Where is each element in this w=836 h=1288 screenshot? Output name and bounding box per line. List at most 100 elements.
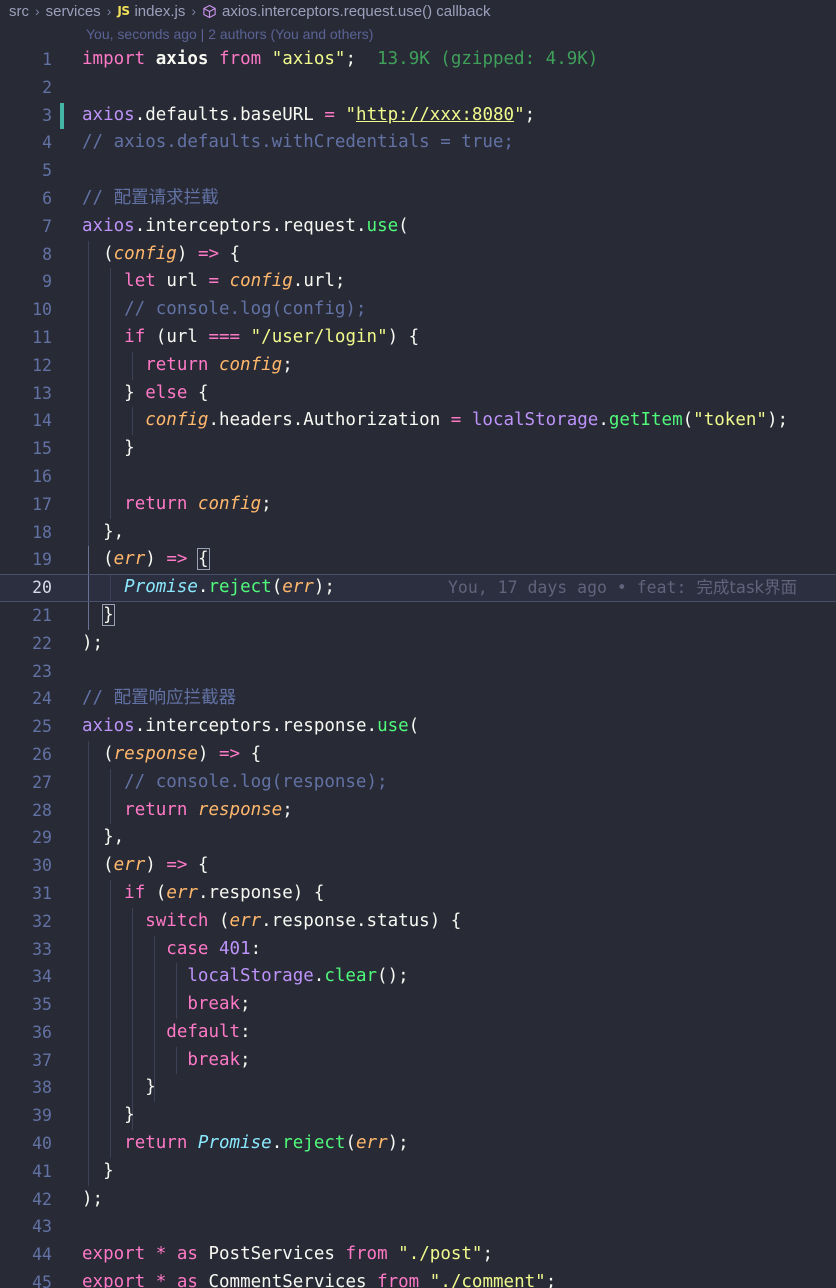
- code-line[interactable]: 11 if (url === "/user/login") {: [0, 323, 836, 352]
- code-line[interactable]: 43: [0, 1213, 836, 1241]
- breadcrumb-separator-icon: ›: [106, 3, 112, 19]
- code-line[interactable]: 17 return config;: [0, 490, 836, 519]
- gitlens-inline-blame[interactable]: You, 17 days ago • feat: 完成task界面: [448, 575, 797, 601]
- code-line[interactable]: 9 let url = config.url;: [0, 268, 836, 297]
- code-line[interactable]: 37 break;: [0, 1046, 836, 1075]
- line-content: }: [82, 602, 115, 630]
- line-number: 16: [32, 466, 52, 486]
- code-line[interactable]: 24 // 配置响应拦截器: [0, 685, 836, 713]
- code-line[interactable]: 6 // 配置请求拦截: [0, 185, 836, 213]
- code-line[interactable]: 36 default:: [0, 1018, 836, 1047]
- code-line[interactable]: 22 );: [0, 630, 836, 658]
- code-line-active[interactable]: 20 Promise.reject(err); You, 17 days ago…: [0, 574, 836, 602]
- code-line[interactable]: 27 // console.log(response);: [0, 768, 836, 797]
- line-number: 15: [32, 439, 52, 459]
- code-line[interactable]: 2: [0, 74, 836, 102]
- code-line[interactable]: 38 }: [0, 1074, 836, 1103]
- code-editor[interactable]: 1 import axios from "axios"; 13.9K (gzip…: [0, 46, 836, 1288]
- code-line[interactable]: 45 export * as CommentServices from "./c…: [0, 1269, 836, 1288]
- line-number: 11: [32, 327, 52, 347]
- line-content: localStorage.clear();: [187, 966, 409, 987]
- line-number: 1: [42, 50, 52, 69]
- code-line[interactable]: 34 localStorage.clear();: [0, 963, 836, 992]
- code-line[interactable]: 3 axios.defaults.baseURL = "http://xxx:8…: [0, 102, 836, 130]
- line-content: return config;: [124, 493, 272, 514]
- line-content: case 401:: [166, 938, 262, 959]
- code-line[interactable]: 4 // axios.defaults.withCredentials = tr…: [0, 129, 836, 157]
- code-line[interactable]: 28 return response;: [0, 796, 836, 825]
- code-line[interactable]: 39 }: [0, 1102, 836, 1131]
- code-line[interactable]: 18 },: [0, 518, 836, 547]
- code-line[interactable]: 44 export * as PostServices from "./post…: [0, 1241, 836, 1269]
- line-number: 9: [42, 272, 52, 292]
- line-number: 7: [42, 216, 52, 236]
- line-content: // console.log(response);: [82, 771, 388, 792]
- line-number: 18: [32, 522, 52, 542]
- code-line[interactable]: 10 // console.log(config);: [0, 296, 836, 324]
- code-line[interactable]: 8 (config) => {: [0, 240, 836, 269]
- code-line[interactable]: 29 },: [0, 824, 836, 853]
- line-content: config.headers.Authorization = localStor…: [145, 410, 789, 431]
- line-content: } else {: [124, 382, 209, 403]
- code-line[interactable]: 35 break;: [0, 991, 836, 1019]
- import-cost-decoration: 13.9K (gzipped: 4.9K): [377, 49, 599, 69]
- line-content: axios.interceptors.response.use(: [82, 716, 420, 737]
- line-content: }: [124, 438, 135, 459]
- line-content: },: [103, 521, 125, 542]
- breadcrumb-item-index-js[interactable]: JS index.js: [117, 3, 185, 20]
- code-line[interactable]: 41 }: [0, 1157, 836, 1186]
- line-number: 35: [32, 995, 52, 1015]
- code-line[interactable]: 5: [0, 157, 836, 185]
- line-content: switch (err.response.status) {: [145, 910, 462, 931]
- line-number: 28: [32, 800, 52, 820]
- code-line[interactable]: 19 (err) => {: [0, 546, 836, 575]
- line-number: 27: [32, 772, 52, 792]
- line-number: 42: [32, 1189, 52, 1209]
- line-number: 30: [32, 856, 52, 876]
- line-number: 34: [32, 967, 52, 987]
- code-line[interactable]: 42 );: [0, 1186, 836, 1214]
- code-line[interactable]: 30 (err) => {: [0, 852, 836, 880]
- code-line[interactable]: 12 return config;: [0, 351, 836, 380]
- line-number: 39: [32, 1106, 52, 1126]
- code-line[interactable]: 14 config.headers.Authorization = localS…: [0, 407, 836, 436]
- line-content: let url = config.url;: [124, 271, 346, 292]
- gitlens-codelens[interactable]: You, seconds ago | 2 authors (You and ot…: [0, 22, 836, 46]
- code-line[interactable]: 16: [0, 462, 836, 491]
- code-line[interactable]: 23: [0, 658, 836, 686]
- code-line[interactable]: 13 } else {: [0, 379, 836, 408]
- line-number: 10: [32, 300, 52, 320]
- line-content: return config;: [145, 354, 293, 375]
- code-line[interactable]: 26 (response) => {: [0, 740, 836, 769]
- line-number: 40: [32, 1134, 52, 1154]
- line-number: 12: [32, 355, 52, 375]
- line-number: 26: [32, 744, 52, 764]
- code-line[interactable]: 15 }: [0, 435, 836, 463]
- line-number: 37: [32, 1050, 52, 1070]
- breadcrumb-separator-icon: ›: [191, 3, 196, 19]
- code-line[interactable]: 25 axios.interceptors.response.use(: [0, 713, 836, 741]
- code-line[interactable]: 32 switch (err.response.status) {: [0, 907, 836, 936]
- gitlens-codelens-label: You, seconds ago | 2 authors (You and ot…: [86, 26, 374, 42]
- code-line[interactable]: 1 import axios from "axios"; 13.9K (gzip…: [0, 46, 836, 74]
- code-line[interactable]: 7 axios.interceptors.request.use(: [0, 213, 836, 241]
- line-content: export * as PostServices from "./post";: [82, 1244, 494, 1265]
- line-content: );: [82, 1188, 104, 1209]
- code-line[interactable]: 31 if (err.response) {: [0, 879, 836, 908]
- breadcrumb-item-symbol[interactable]: axios.interceptors.request.use() callbac…: [202, 3, 490, 20]
- code-line[interactable]: 33 case 401:: [0, 935, 836, 964]
- line-number: 19: [32, 550, 52, 570]
- line-number: 36: [32, 1022, 52, 1042]
- git-modified-indicator[interactable]: [60, 102, 64, 129]
- line-number: 33: [32, 939, 52, 959]
- line-content: return response;: [124, 799, 293, 820]
- line-content: // 配置请求拦截: [82, 187, 219, 208]
- line-number: 13: [32, 383, 52, 403]
- code-line[interactable]: 21 }: [0, 601, 836, 630]
- symbol-object-icon: [202, 4, 217, 19]
- line-content: axios.interceptors.request.use(: [82, 215, 409, 236]
- breadcrumb-item-services[interactable]: services: [46, 3, 101, 20]
- breadcrumb-item-src[interactable]: src: [9, 3, 29, 20]
- code-line[interactable]: 40 return Promise.reject(err);: [0, 1130, 836, 1158]
- breadcrumb-label: index.js: [134, 2, 186, 20]
